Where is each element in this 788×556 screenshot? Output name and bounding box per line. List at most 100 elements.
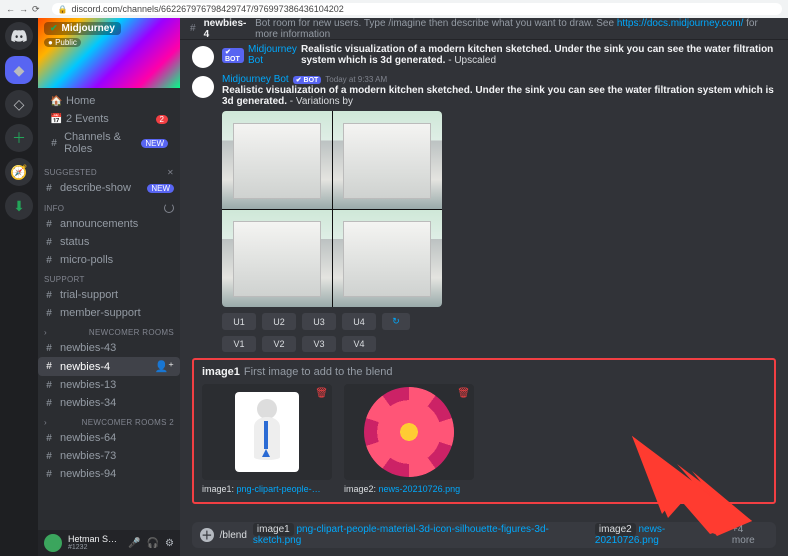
channel-announcements[interactable]: #announcements — [38, 215, 180, 233]
user-name: Hetman S… — [68, 535, 117, 544]
verified-icon: ✔ — [50, 23, 58, 34]
server-2[interactable]: ◇ — [5, 90, 33, 118]
attach-title: image1First image to add to the blend — [202, 366, 766, 378]
sidebar-channels-roles[interactable]: #Channels & RolesNEW — [44, 128, 174, 158]
mic-mute-icon[interactable]: 🎤 — [128, 538, 140, 549]
param-image2[interactable]: image2 news-20210726.png — [595, 524, 726, 546]
v4-button[interactable]: V4 — [342, 336, 376, 352]
variation-row: V1 V2 V3 V4 — [222, 336, 776, 352]
hash-icon: # — [44, 183, 54, 194]
cat-suggested[interactable]: SUGGESTED✕ — [38, 162, 180, 179]
server-banner[interactable]: ✔ Midjourney ● Public — [38, 18, 180, 88]
slash-attachment-preview: image1First image to add to the blend 🗑 … — [192, 358, 776, 504]
download-apps[interactable]: ⬇ — [5, 192, 33, 220]
sidebar-events[interactable]: 📅2 Events2 — [44, 110, 174, 128]
flower-image — [364, 387, 454, 477]
bot-tag: ✔ BOT — [222, 48, 244, 63]
channel-title: newbies-4 — [204, 18, 248, 40]
cat-newcomer-1[interactable]: › NEWCOMER ROOMS — [38, 322, 180, 339]
server-name-chip: ✔ Midjourney — [44, 22, 121, 35]
url-bar[interactable]: 🔒 discord.com/channels/66226797679842974… — [52, 3, 782, 15]
discord-home[interactable] — [5, 22, 33, 50]
nav-arrows[interactable]: ←→⟳ — [6, 4, 44, 15]
message-composer[interactable]: ＋ /blend image1 png-clipart-people-mater… — [192, 522, 776, 548]
attach-thumb-2[interactable]: 🗑 — [344, 384, 474, 480]
home-icon: 🏠 — [50, 96, 60, 107]
channel-newbies-73[interactable]: #newbies-73 — [38, 447, 180, 465]
attach-label-1: image1: png-clipart-people-… — [202, 484, 332, 494]
timestamp: Today at 9:33 AM — [325, 75, 387, 84]
upscale-row: U1 U2 U3 U4 ↻ — [222, 313, 776, 330]
gen-image-3[interactable] — [222, 210, 332, 308]
docs-link[interactable]: https://docs.midjourney.com/ — [617, 18, 744, 29]
event-count-badge: 2 — [156, 115, 168, 124]
v3-button[interactable]: V3 — [302, 336, 336, 352]
sidebar-home[interactable]: 🏠Home — [44, 92, 174, 110]
more-params[interactable]: +4 more — [732, 524, 768, 546]
u3-button[interactable]: U3 — [302, 313, 336, 330]
slash-command: /blend — [220, 530, 247, 541]
gen-image-2[interactable] — [333, 111, 443, 209]
close-icon[interactable]: ✕ — [167, 168, 174, 177]
cat-support[interactable]: SUPPORT — [38, 269, 180, 286]
v2-button[interactable]: V2 — [262, 336, 296, 352]
hash-icon: # — [190, 23, 196, 34]
channel-newbies-34[interactable]: #newbies-34 — [38, 394, 180, 412]
url-text: discord.com/channels/662267976798429747/… — [72, 4, 344, 14]
channel-sidebar: ✔ Midjourney ● Public 🏠Home 📅2 Events2 #… — [38, 18, 180, 556]
messages-scroll[interactable]: ✔ BOT Midjourney Bot Realistic visualiza… — [180, 40, 788, 522]
param-image1[interactable]: image1 png-clipart-people-material-3d-ic… — [253, 524, 589, 546]
cat-info[interactable]: INFO — [38, 197, 180, 215]
channel-newbies-94[interactable]: #newbies-94 — [38, 465, 180, 483]
lock-icon: 🔒 — [58, 5, 68, 14]
v1-button[interactable]: V1 — [222, 336, 256, 352]
attach-thumb-1[interactable]: 🗑 — [202, 384, 332, 480]
user-panel[interactable]: Hetman S… #1232 🎤 🎧 ⚙ — [38, 530, 180, 556]
new-badge: NEW — [141, 139, 168, 148]
bot-avatar[interactable] — [192, 76, 214, 98]
cat-newcomer-2[interactable]: › NEWCOMER ROOMS 2 — [38, 412, 180, 429]
image-grid[interactable] — [222, 111, 442, 307]
author-name[interactable]: Midjourney Bot — [222, 74, 289, 85]
settings-icon[interactable]: ⚙ — [165, 538, 174, 549]
trash-icon[interactable]: 🗑 — [457, 388, 470, 399]
u1-button[interactable]: U1 — [222, 313, 256, 330]
author-name[interactable]: Midjourney Bot — [248, 44, 297, 66]
server-midjourney[interactable]: ◆ — [5, 56, 33, 84]
gen-image-4[interactable] — [333, 210, 443, 308]
user-avatar[interactable] — [44, 534, 62, 552]
server-public-badge: ● Public — [44, 38, 81, 47]
attach-card-1[interactable]: 🗑 image1: png-clipart-people-… — [202, 384, 332, 494]
trash-icon[interactable]: 🗑 — [315, 388, 328, 399]
main-panel: # newbies-4 Bot room for new users. Type… — [180, 18, 788, 556]
add-attachment-button[interactable]: ＋ — [200, 528, 214, 542]
bot-avatar[interactable] — [192, 46, 214, 68]
user-tag: #1232 — [68, 544, 117, 551]
channel-member-support[interactable]: #member-support — [38, 304, 180, 322]
headphones-icon[interactable]: 🎧 — [147, 538, 159, 549]
channel-newbies-4[interactable]: #newbies-4👤⁺ — [38, 357, 180, 376]
hash-icon: # — [50, 138, 58, 149]
attach-card-2[interactable]: 🗑 image2: news-20210726.png — [344, 384, 474, 494]
add-person-icon[interactable]: 👤⁺ — [154, 360, 174, 373]
u4-button[interactable]: U4 — [342, 313, 376, 330]
add-server[interactable]: ＋ — [5, 124, 33, 152]
reroll-button[interactable]: ↻ — [382, 313, 410, 330]
calendar-icon: 📅 — [50, 114, 60, 125]
message-main[interactable]: Midjourney Bot ✔ BOT Today at 9:33 AM Re… — [192, 74, 776, 352]
channel-newbies-64[interactable]: #newbies-64 — [38, 429, 180, 447]
gen-image-1[interactable] — [222, 111, 332, 209]
channel-header: # newbies-4 Bot room for new users. Type… — [180, 18, 788, 40]
person-clipart — [235, 392, 299, 472]
channel-trial-support[interactable]: #trial-support — [38, 286, 180, 304]
channel-status[interactable]: #status — [38, 233, 180, 251]
browser-chrome: ←→⟳ 🔒 discord.com/channels/6622679767984… — [0, 0, 788, 18]
u2-button[interactable]: U2 — [262, 313, 296, 330]
message-old[interactable]: ✔ BOT Midjourney Bot Realistic visualiza… — [192, 44, 776, 68]
channel-newbies-43[interactable]: #newbies-43 — [38, 339, 180, 357]
channel-newbies-13[interactable]: #newbies-13 — [38, 376, 180, 394]
channel-describe-show[interactable]: #describe-showNEW — [38, 179, 180, 197]
channel-micro-polls[interactable]: #micro-polls — [38, 251, 180, 269]
explore-servers[interactable]: 🧭 — [5, 158, 33, 186]
bot-tag: ✔ BOT — [293, 76, 322, 84]
